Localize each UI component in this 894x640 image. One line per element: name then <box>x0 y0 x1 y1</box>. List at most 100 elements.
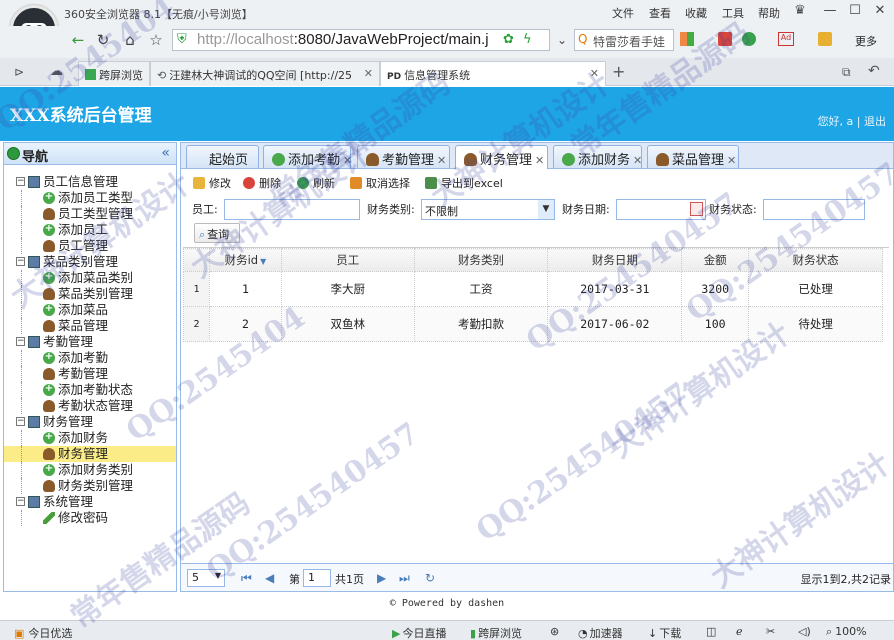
tree-item-1-0[interactable]: + 添加菜品类别 <box>4 270 176 286</box>
collapse-sidebar-icon[interactable]: « <box>161 145 170 161</box>
table-row[interactable]: 1 1 李大厨 工资 2017-03-31 3200 已处理 <box>183 271 883 307</box>
date-filter-input[interactable] <box>616 199 706 220</box>
tree-item-1-1[interactable]: 菜品类别管理 <box>4 286 176 302</box>
collapse-toggle-icon[interactable]: − <box>16 337 25 346</box>
daily-picks[interactable]: ▣ 今日优选 <box>14 625 72 640</box>
column-header-employee[interactable]: 员工 <box>280 248 415 272</box>
user-info[interactable]: 您好, a | 退出 <box>818 113 886 129</box>
tab-add-attendance[interactable]: 添加考勤 ✕ <box>263 145 352 168</box>
column-header-id[interactable]: 财务id ▼ <box>208 248 282 272</box>
column-header-type[interactable]: 财务类别 <box>413 248 549 272</box>
minimize-button[interactable]: — <box>820 2 840 20</box>
accelerator[interactable]: ◔ 加速器 <box>578 625 623 640</box>
split-icon[interactable]: ◫ <box>706 625 716 638</box>
tree-item-3-2[interactable]: + 添加财务类别 <box>4 462 176 478</box>
tab-home[interactable]: 起始页 <box>186 145 259 168</box>
tab-attendance-manage[interactable]: 考勤管理 ✕ <box>357 145 450 168</box>
url-bar[interactable]: ⛨ http://localhost:8080/JavaWebProject/m… <box>172 29 550 51</box>
prev-page-icon[interactable]: ◀ <box>265 571 274 585</box>
tree-item-1-3[interactable]: 菜品管理 <box>4 318 176 334</box>
employee-filter-input[interactable] <box>224 199 360 220</box>
close-tab-icon[interactable]: ✕ <box>633 154 642 167</box>
search-box[interactable]: Q 特雷莎看手娃 <box>574 29 674 51</box>
close-tab-icon[interactable]: ✕ <box>343 154 352 167</box>
status-filter-input[interactable] <box>763 199 865 220</box>
first-page-icon[interactable]: ⏮ <box>241 571 252 586</box>
url-text[interactable]: http://localhost:8080/JavaWebProject/mai… <box>197 31 489 48</box>
menu-view[interactable]: 查看 <box>649 5 671 21</box>
home-icon[interactable]: ⌂ <box>120 30 140 50</box>
maximize-button[interactable]: ☐ <box>845 2 865 20</box>
browser-tab-cross-screen[interactable]: 跨屏浏览 <box>78 61 150 86</box>
close-tab-icon[interactable]: ✕ <box>364 67 373 80</box>
tree-group-0[interactable]: − 员工信息管理 <box>4 174 176 190</box>
screenshot-icon[interactable]: ✂ <box>766 625 775 638</box>
tree-item-0-0[interactable]: + 添加员工类型 <box>4 190 176 206</box>
tab-add-finance[interactable]: 添加财务 ✕ <box>553 145 642 168</box>
close-tab-icon[interactable]: ✕ <box>535 154 544 167</box>
ext-icon-red[interactable] <box>718 32 732 46</box>
refresh-icon[interactable]: ↻ <box>93 30 113 50</box>
tree-item-0-3[interactable]: 员工管理 <box>4 238 176 254</box>
menu-favorites[interactable]: 收藏 <box>685 5 707 21</box>
ext-icon-ad[interactable]: Ad <box>778 32 794 46</box>
tree-item-4-0[interactable]: 修改密码 <box>4 510 176 526</box>
menu-help[interactable]: 帮助 <box>758 5 780 21</box>
table-row[interactable]: 2 2 双鱼林 考勤扣款 2017-06-02 100 待处理 <box>183 306 883 342</box>
skin-icon[interactable]: ♛ <box>790 2 810 20</box>
tree-item-3-1[interactable]: 财务管理 <box>4 446 176 462</box>
close-window-button[interactable]: ✕ <box>870 2 890 20</box>
ext-icon-yellow[interactable] <box>818 32 832 46</box>
tree-item-2-3[interactable]: 考勤状态管理 <box>4 398 176 414</box>
tab-finance-manage[interactable]: 财务管理 ✕ <box>455 145 548 169</box>
favorite-star-icon[interactable]: ☆ <box>146 30 166 50</box>
query-button[interactable]: ⌕ 查询 <box>194 223 240 243</box>
page-number-input[interactable]: 1 <box>303 569 331 587</box>
reload-page-icon[interactable]: ↻ <box>425 571 435 585</box>
tree-group-3[interactable]: − 财务管理 <box>4 414 176 430</box>
next-page-icon[interactable]: ▶ <box>377 571 386 585</box>
collapse-toggle-icon[interactable]: − <box>16 177 25 186</box>
back-icon[interactable]: ← <box>68 30 88 50</box>
type-filter-select[interactable]: 不限制 ▼ <box>421 199 555 220</box>
clear-selection-button[interactable]: 取消选择 <box>350 175 410 191</box>
browser-tab-info-system[interactable]: PD 信息管理系统 ✕ <box>380 61 606 86</box>
zoom-control[interactable]: ⌕ 100% <box>826 625 867 639</box>
browser-tab-qq-space[interactable]: ⟲ 汪建林大神调试的QQ空间 [http://25 ✕ <box>150 61 380 86</box>
tree-item-2-0[interactable]: + 添加考勤 <box>4 350 176 366</box>
more-button[interactable]: 更多 <box>855 33 877 49</box>
tree-item-3-0[interactable]: + 添加财务 <box>4 430 176 446</box>
lightning-icon[interactable]: ϟ <box>523 32 532 47</box>
speed-icon[interactable]: ✿ <box>503 32 514 47</box>
calendar-icon[interactable] <box>690 202 703 216</box>
url-dropdown-icon[interactable]: ⌄ <box>552 30 572 50</box>
collapse-toggle-icon[interactable]: − <box>16 417 25 426</box>
tree-group-2[interactable]: − 考勤管理 <box>4 334 176 350</box>
tree-item-0-2[interactable]: + 添加员工 <box>4 222 176 238</box>
sidebar-toggle-icon[interactable]: ⊳ <box>14 65 24 79</box>
tree-item-2-1[interactable]: 考勤管理 <box>4 366 176 382</box>
last-page-icon[interactable]: ⏭ <box>399 571 410 586</box>
edit-button[interactable]: 修改 <box>193 175 231 191</box>
cross-screen-status[interactable]: ▮ 跨屏浏览 <box>470 625 522 640</box>
ie-icon[interactable]: ℯ <box>736 625 743 638</box>
column-header-amount[interactable]: 金额 <box>681 248 750 272</box>
page-size-select[interactable]: 5 ▼ <box>187 569 225 587</box>
new-tab-button[interactable]: + <box>612 62 625 81</box>
column-header-status[interactable]: 财务状态 <box>748 248 883 272</box>
tree-item-3-3[interactable]: 财务类别管理 <box>4 478 176 494</box>
close-tab-icon[interactable]: ✕ <box>727 154 736 167</box>
undo-close-icon[interactable]: ↶ <box>868 63 880 79</box>
column-header-date[interactable]: 财务日期 <box>547 248 683 272</box>
tree-item-2-2[interactable]: + 添加考勤状态 <box>4 382 176 398</box>
tab-list-icon[interactable]: ⧉ <box>842 65 851 80</box>
tree-group-1[interactable]: − 菜品类别管理 <box>4 254 176 270</box>
delete-button[interactable]: 删除 <box>243 175 281 191</box>
close-tab-icon[interactable]: ✕ <box>437 154 446 167</box>
apps-icon[interactable] <box>680 32 694 46</box>
downloads[interactable]: ↓ 下载 <box>648 625 681 640</box>
tree-item-0-1[interactable]: 员工类型管理 <box>4 206 176 222</box>
tab-dish-manage[interactable]: 菜品管理 ✕ <box>647 145 739 168</box>
ext-icon-green[interactable] <box>742 32 756 46</box>
close-tab-icon[interactable]: ✕ <box>590 67 599 80</box>
